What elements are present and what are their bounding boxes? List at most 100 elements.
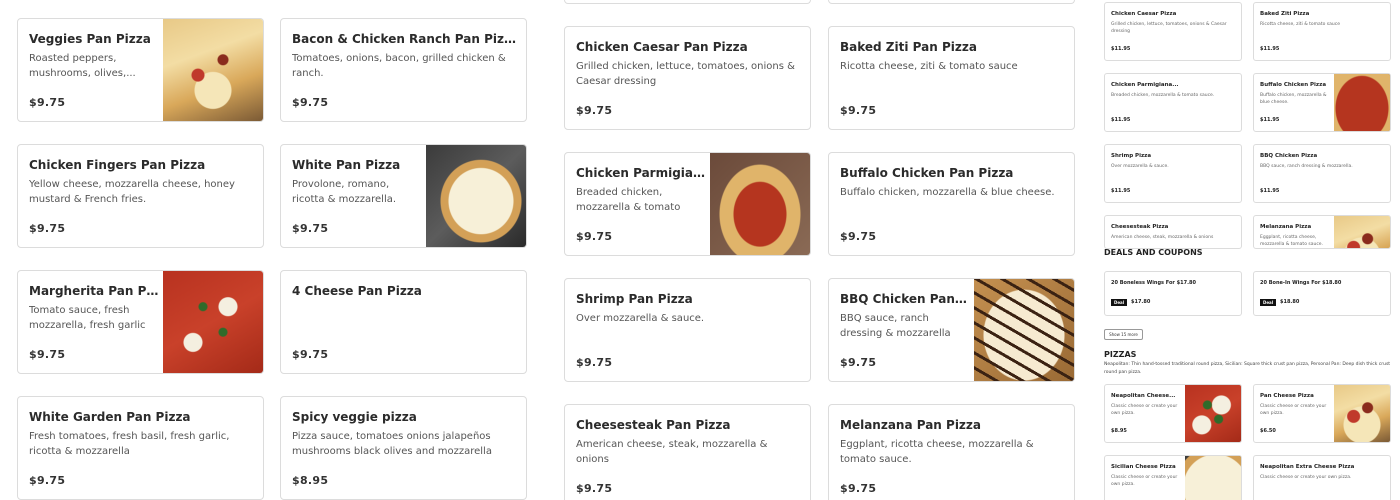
item-description: Over mozzarella & sauce.	[576, 313, 705, 324]
item-price: $9.75	[292, 222, 329, 235]
menu-item-card[interactable]: Spicy veggie pizza Pizza sauce, tomatoes…	[280, 396, 527, 500]
pizza-photo	[426, 145, 526, 247]
item-name: BBQ Chicken Pan Pizza	[840, 292, 970, 306]
pizza-photo	[1185, 456, 1241, 500]
menu-item-card[interactable]: Melanzana Pan Pizza Eggplant, ricotta ch…	[828, 404, 1075, 500]
item-name: Chicken Caesar Pan Pizza	[576, 40, 748, 54]
item-description: Buffalo chicken, mozzarella & blue chees…	[840, 187, 1055, 198]
menu-item-card[interactable]: BBQ Chicken Pan Pizza BBQ sauce, ranch d…	[828, 278, 1075, 382]
deal-badge: Deal	[1260, 299, 1277, 306]
menu-item-card[interactable]: Sicilian Cheese Pizza Classic cheese or …	[1104, 455, 1242, 500]
item-price: $11.95	[1111, 188, 1131, 194]
item-price: $9.75	[576, 356, 613, 369]
item-name: Buffalo Chicken Pizza	[1260, 82, 1327, 88]
item-price: $9.75	[840, 482, 877, 495]
item-description: Classic cheese or create your own pizza.	[1260, 404, 1327, 416]
item-description: BBQ sauce, ranch dressing & mozzarella.	[1260, 164, 1353, 169]
menu-item-card[interactable]: Chicken Parmigiana... Breaded chicken, m…	[564, 152, 811, 256]
deal-badge: Deal	[1111, 299, 1128, 306]
item-price: $11.95	[1111, 117, 1131, 123]
menu-item-card[interactable]: Pan Cheese Pizza Classic cheese or creat…	[1253, 384, 1391, 443]
pizza-photo	[1185, 385, 1241, 442]
item-description: Classic cheese or create your own pizza.	[1260, 475, 1352, 480]
menu-item-card[interactable]: Chicken Caesar Pan Pizza Grilled chicken…	[564, 26, 811, 130]
item-name: White Pan Pizza	[292, 158, 401, 172]
deal-name: 20 Bone-In Wings For $18.80	[1260, 280, 1342, 286]
pizza-photo	[974, 279, 1074, 381]
item-name: 4 Cheese Pan Pizza	[292, 284, 422, 298]
menu-item-card[interactable]: Cheesesteak Pizza American cheese, steak…	[1104, 215, 1242, 249]
menu-item-card[interactable]: Melanzana Pizza Eggplant, ricotta cheese…	[1253, 215, 1391, 249]
item-description: Tomatoes, onions, bacon, grilled chicken…	[292, 53, 506, 79]
item-description: Breaded chicken, mozzarella & tomato sau…	[576, 187, 681, 213]
item-name: Veggies Pan Pizza	[29, 32, 151, 46]
item-price: $11.95	[1260, 188, 1280, 194]
menu-item-card[interactable]: Buffalo Chicken Pan Pizza Buffalo chicke…	[828, 152, 1075, 256]
item-price: $11.95	[1111, 46, 1131, 52]
item-description: Buffalo chicken, mozzarella & blue chees…	[1260, 93, 1327, 105]
item-price: $8.95	[292, 474, 329, 487]
deal-price: $18.80	[1280, 299, 1300, 305]
item-name: White Garden Pan Pizza	[29, 410, 191, 424]
deal-card[interactable]: 20 Boneless Wings For $17.80 Deal $17.80	[1104, 271, 1242, 316]
item-name: Sicilian Cheese Pizza	[1111, 464, 1176, 470]
menu-item-card-partial	[564, 0, 811, 4]
item-price: $9.75	[576, 104, 613, 117]
menu-item-card[interactable]: Margherita Pan Pizza Tomato sauce, fresh…	[17, 270, 264, 374]
pizza-photo	[163, 271, 263, 373]
item-description: Over mozzarella & sauce.	[1111, 164, 1169, 169]
item-name: Melanzana Pan Pizza	[840, 418, 981, 432]
item-name: Baked Ziti Pizza	[1260, 11, 1310, 17]
menu-item-card[interactable]: Baked Ziti Pizza Ricotta cheese, ziti & …	[1253, 2, 1391, 61]
item-price: $6.50	[1260, 428, 1276, 434]
item-price: $9.75	[292, 96, 329, 109]
menu-item-card[interactable]: BBQ Chicken Pizza BBQ sauce, ranch dress…	[1253, 144, 1391, 203]
item-name: Pan Cheese Pizza	[1260, 393, 1314, 399]
item-name: Melanzana Pizza	[1260, 224, 1312, 230]
menu-item-card[interactable]: White Pan Pizza Provolone, romano, ricot…	[280, 144, 527, 248]
item-price: $9.75	[576, 482, 613, 495]
item-description: Classic cheese or create your own pizza.	[1111, 475, 1178, 487]
item-name: Shrimp Pizza	[1111, 153, 1152, 159]
deal-name: 20 Boneless Wings For $17.80	[1111, 280, 1196, 286]
item-description: Provolone, romano, ricotta & mozzarella.	[292, 179, 397, 205]
item-name: Shrimp Pan Pizza	[576, 292, 693, 306]
pizza-photo	[1334, 385, 1390, 442]
item-description: American cheese, steak, mozzarella & oni…	[1111, 235, 1214, 240]
menu-item-card[interactable]: Bacon & Chicken Ranch Pan Pizza Tomatoes…	[280, 18, 527, 122]
item-price: $9.75	[840, 356, 877, 369]
menu-item-card[interactable]: Neapolitan Cheese... Classic cheese or c…	[1104, 384, 1242, 443]
item-description: Eggplant, ricotta cheese, mozzarella & t…	[840, 439, 1034, 465]
show-more-button[interactable]: Show 15 more	[1104, 329, 1143, 340]
item-name: Chicken Parmigiana...	[1111, 82, 1179, 88]
item-name: Cheesesteak Pan Pizza	[576, 418, 731, 432]
menu-item-card[interactable]: 4 Cheese Pan Pizza $9.75	[280, 270, 527, 374]
item-price: $8.95	[1111, 428, 1127, 434]
section-title-pizzas: PIZZAS	[1104, 350, 1137, 359]
menu-item-card[interactable]: Chicken Parmigiana... Breaded chicken, m…	[1104, 73, 1242, 132]
item-description: Pizza sauce, tomatoes onions jalapeños m…	[292, 431, 492, 457]
item-price: $9.75	[29, 222, 66, 235]
deal-card[interactable]: 20 Bone-In Wings For $18.80 Deal $18.80	[1253, 271, 1391, 316]
pizza-photo	[163, 19, 263, 121]
menu-item-card[interactable]: Chicken Fingers Pan Pizza Yellow cheese,…	[17, 144, 264, 248]
item-description: American cheese, steak, mozzarella & oni…	[576, 439, 768, 465]
menu-item-card[interactable]: Shrimp Pan Pizza Over mozzarella & sauce…	[564, 278, 811, 382]
item-name: BBQ Chicken Pizza	[1260, 153, 1318, 159]
menu-item-card[interactable]: Baked Ziti Pan Pizza Ricotta cheese, zit…	[828, 26, 1075, 130]
item-price: $9.75	[29, 96, 66, 109]
menu-item-card[interactable]: Shrimp Pizza Over mozzarella & sauce. $1…	[1104, 144, 1242, 203]
pizza-photo	[1334, 74, 1390, 131]
item-description: Fresh tomatoes, fresh basil, fresh garli…	[29, 431, 230, 457]
item-price: $9.75	[840, 230, 877, 243]
item-price: $9.75	[840, 104, 877, 117]
menu-item-card[interactable]: Neapolitan Extra Cheese Pizza Classic ch…	[1253, 455, 1391, 500]
menu-item-card[interactable]: Veggies Pan Pizza Roasted peppers, mushr…	[17, 18, 264, 122]
menu-item-card[interactable]: Chicken Caesar Pizza Grilled chicken, le…	[1104, 2, 1242, 61]
item-description: Yellow cheese, mozzarella cheese, honey …	[29, 179, 235, 205]
item-price: $9.75	[29, 348, 66, 361]
item-price: $9.75	[292, 348, 329, 361]
menu-item-card[interactable]: Cheesesteak Pan Pizza American cheese, s…	[564, 404, 811, 500]
menu-item-card[interactable]: Buffalo Chicken Pizza Buffalo chicken, m…	[1253, 73, 1391, 132]
menu-item-card[interactable]: White Garden Pan Pizza Fresh tomatoes, f…	[17, 396, 264, 500]
